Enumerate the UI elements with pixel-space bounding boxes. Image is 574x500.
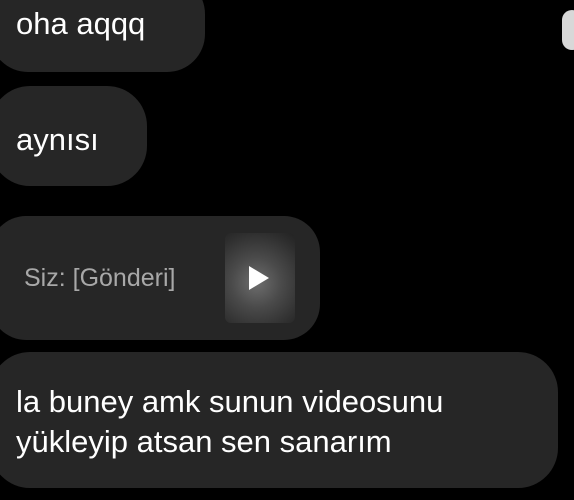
shared-post-bubble[interactable]: Siz: [Gönderi] <box>0 216 320 340</box>
message-bubble[interactable]: la buney amk sunun videosunu yükleyip at… <box>0 352 558 488</box>
shared-post-label: Siz: [Gönderi] <box>24 264 176 292</box>
message-bubble[interactable]: oha aqqq <box>0 0 205 72</box>
message-text: la buney amk sunun videosunu yükleyip at… <box>16 384 444 459</box>
message-text: oha aqqq <box>16 6 146 41</box>
chat-thread: oha aqqq aynısı Siz: [Gönderi] la buney … <box>0 0 574 500</box>
video-thumbnail[interactable] <box>225 233 295 323</box>
scroll-handle[interactable] <box>562 10 574 50</box>
message-bubble[interactable]: aynısı <box>0 86 147 186</box>
message-text: aynısı <box>16 122 99 157</box>
play-icon <box>249 266 269 290</box>
